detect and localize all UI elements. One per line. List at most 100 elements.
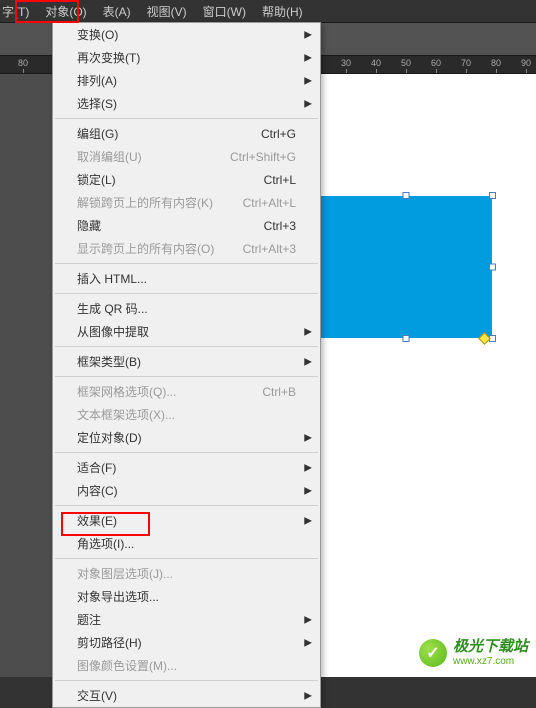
menu-item-label: 锁定(L) xyxy=(77,171,116,188)
menu-item[interactable]: 变换(O) ▶ xyxy=(53,23,320,46)
submenu-arrow-icon: ▶ xyxy=(304,98,312,109)
menu-item-shortcut: Ctrl+L xyxy=(264,173,296,187)
menu-item-label: 交互(V) xyxy=(77,687,117,704)
menu-separator xyxy=(55,263,318,264)
watermark: ✓ 极光下载站 www.xz7.com xyxy=(419,639,528,667)
menu-item-label: 变换(O) xyxy=(77,26,118,43)
menu-item[interactable]: 交互(V)▶ xyxy=(53,684,320,707)
ruler-tick-label: 60 xyxy=(431,56,441,68)
menu-separator xyxy=(55,505,318,506)
submenu-arrow-icon: ▶ xyxy=(304,52,312,63)
menu-separator xyxy=(55,558,318,559)
menu-item-label: 排列(A) xyxy=(77,72,117,89)
menu-item: 图像颜色设置(M)... xyxy=(53,654,320,677)
menu-item: 解锁跨页上的所有内容(K) Ctrl+Alt+L xyxy=(53,191,320,214)
menu-item[interactable]: 隐藏 Ctrl+3 xyxy=(53,214,320,237)
submenu-arrow-icon: ▶ xyxy=(304,29,312,40)
page-canvas[interactable] xyxy=(320,74,536,677)
menu-item-label: 显示跨页上的所有内容(O) xyxy=(77,240,214,257)
menu-item[interactable]: 选择(S) ▶ xyxy=(53,92,320,115)
menu-item: 框架网格选项(Q)... Ctrl+B xyxy=(53,380,320,403)
menu-item-shortcut: Ctrl+G xyxy=(261,127,296,141)
menu-item-label: 选择(S) xyxy=(77,95,117,112)
submenu-arrow-icon: ▶ xyxy=(304,614,312,625)
selection-handle[interactable] xyxy=(489,264,496,271)
menu-item[interactable]: 插入 HTML... xyxy=(53,267,320,290)
ruler-tick-label: 40 xyxy=(371,56,381,68)
menu-item-shortcut: Ctrl+Shift+G xyxy=(230,150,296,164)
submenu-arrow-icon: ▶ xyxy=(304,515,312,526)
menu-item[interactable]: 角选项(I)... xyxy=(53,532,320,555)
menu-item[interactable]: 从图像中提取▶ xyxy=(53,320,320,343)
menu-item[interactable]: 再次变换(T) ▶ xyxy=(53,46,320,69)
menu-item-label: 内容(C) xyxy=(77,482,118,499)
submenu-arrow-icon: ▶ xyxy=(304,75,312,86)
menu-item[interactable]: 定位对象(D) ▶ xyxy=(53,426,320,449)
ruler-tick-label: 50 xyxy=(401,56,411,68)
menu-item[interactable]: 对象导出选项... xyxy=(53,585,320,608)
menu-item[interactable]: 编组(G) Ctrl+G xyxy=(53,122,320,145)
menu-item-label: 角选项(I)... xyxy=(77,535,134,552)
menu-item-shortcut: Ctrl+Alt+L xyxy=(243,196,296,210)
menu-item-label: 取消编组(U) xyxy=(77,148,142,165)
menu-item-label: 生成 QR 码... xyxy=(77,300,148,317)
menu-separator xyxy=(55,452,318,453)
menu-item-label: 题注 xyxy=(77,611,101,628)
menu-item[interactable]: 效果(E) ▶ xyxy=(53,509,320,532)
menu-table[interactable]: 表(A) xyxy=(95,0,139,23)
selection-handle[interactable] xyxy=(403,192,410,199)
menu-separator xyxy=(55,118,318,119)
submenu-arrow-icon: ▶ xyxy=(304,462,312,473)
menu-item[interactable]: 生成 QR 码... xyxy=(53,297,320,320)
menu-separator xyxy=(55,376,318,377)
submenu-arrow-icon: ▶ xyxy=(304,432,312,443)
menu-item-label: 框架网格选项(Q)... xyxy=(77,383,176,400)
menu-item: 文本框架选项(X)... xyxy=(53,403,320,426)
menu-object[interactable]: 对象(O) xyxy=(37,0,94,23)
menu-item[interactable]: 排列(A) ▶ xyxy=(53,69,320,92)
menu-separator xyxy=(55,346,318,347)
menu-item[interactable]: 内容(C)▶ xyxy=(53,479,320,502)
menu-item[interactable]: 锁定(L) Ctrl+L xyxy=(53,168,320,191)
menu-item-label: 对象图层选项(J)... xyxy=(77,565,173,582)
menu-item-label: 图像颜色设置(M)... xyxy=(77,657,177,674)
menu-item-shortcut: Ctrl+Alt+3 xyxy=(243,242,296,256)
menu-text[interactable]: 字(T) xyxy=(0,0,37,23)
watermark-logo-icon: ✓ xyxy=(419,639,447,667)
menu-separator xyxy=(55,293,318,294)
menu-item[interactable]: 适合(F)▶ xyxy=(53,456,320,479)
selection-handle[interactable] xyxy=(403,335,410,342)
selected-rectangle[interactable] xyxy=(320,196,492,338)
ruler-tick-label: 70 xyxy=(461,56,471,68)
menu-item[interactable]: 题注 ▶ xyxy=(53,608,320,631)
object-menu-dropdown: 变换(O) ▶ 再次变换(T) ▶ 排列(A) ▶ 选择(S) ▶ 编组(G) Ctrl+G 取消编… xyxy=(52,22,321,708)
menu-item[interactable]: 剪切路径(H) ▶ xyxy=(53,631,320,654)
menu-item-label: 隐藏 xyxy=(77,217,101,234)
submenu-arrow-icon: ▶ xyxy=(304,637,312,648)
menu-item-label: 解锁跨页上的所有内容(K) xyxy=(77,194,213,211)
menu-item-label: 再次变换(T) xyxy=(77,49,140,66)
menu-window[interactable]: 窗口(W) xyxy=(195,0,254,23)
watermark-url: www.xz7.com xyxy=(453,656,528,667)
menu-item-label: 定位对象(D) xyxy=(77,429,142,446)
menu-view[interactable]: 视图(V) xyxy=(139,0,195,23)
menu-help[interactable]: 帮助(H) xyxy=(254,0,311,23)
menu-item-label: 插入 HTML... xyxy=(77,270,147,287)
menu-item[interactable]: 框架类型(B)▶ xyxy=(53,350,320,373)
menu-item-label: 剪切路径(H) xyxy=(77,634,142,651)
submenu-arrow-icon: ▶ xyxy=(304,356,312,367)
menu-item-shortcut: Ctrl+B xyxy=(262,385,296,399)
menu-item-label: 编组(G) xyxy=(77,125,118,142)
watermark-title: 极光下载站 xyxy=(453,639,528,656)
menu-item: 取消编组(U) Ctrl+Shift+G xyxy=(53,145,320,168)
submenu-arrow-icon: ▶ xyxy=(304,326,312,337)
menu-item-label: 效果(E) xyxy=(77,512,117,529)
menu-item: 对象图层选项(J)... xyxy=(53,562,320,585)
ruler-tick-label: 90 xyxy=(521,56,531,68)
ruler-tick-label: 80 xyxy=(491,56,501,68)
menu-separator xyxy=(55,680,318,681)
ruler-tick-label: 80 xyxy=(18,56,28,68)
menu-item-shortcut: Ctrl+3 xyxy=(264,219,296,233)
ruler-tick-label: 30 xyxy=(341,56,351,68)
selection-handle[interactable] xyxy=(489,192,496,199)
